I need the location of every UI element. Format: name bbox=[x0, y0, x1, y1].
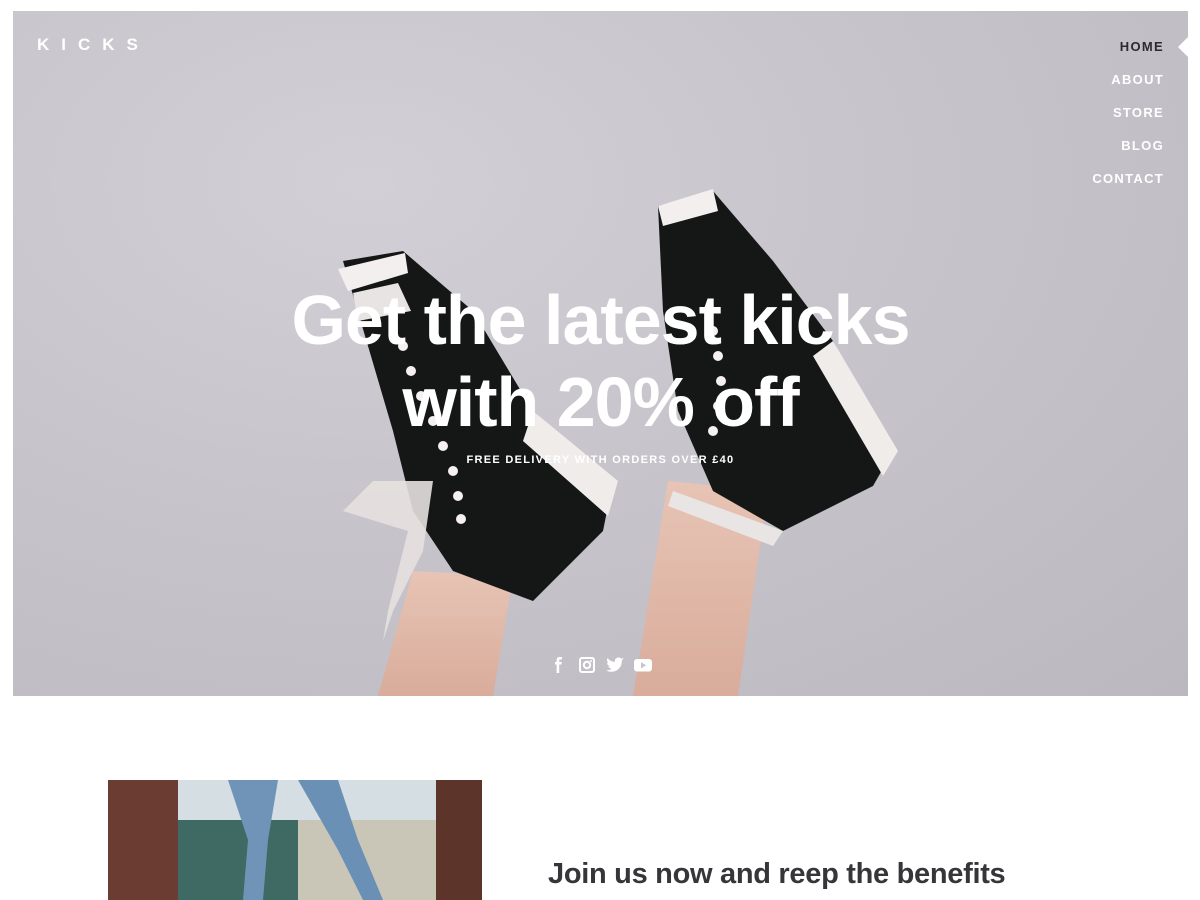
join-heading: Join us now and reep the benefits bbox=[548, 858, 1006, 890]
feature-image-jeans bbox=[108, 780, 482, 900]
social-links bbox=[13, 656, 1188, 674]
twitter-icon[interactable] bbox=[604, 656, 626, 674]
youtube-icon[interactable] bbox=[632, 656, 654, 674]
brand-logo[interactable]: KICKS bbox=[37, 35, 150, 55]
facebook-icon[interactable] bbox=[548, 656, 570, 674]
instagram-icon[interactable] bbox=[576, 656, 598, 674]
hero-headline: Get the latest kicks with 20% off bbox=[13, 279, 1188, 443]
hero-banner: KICKS HOME ABOUT STORE BLOG CONTACT Get … bbox=[13, 11, 1188, 696]
hero-subline: FREE DELIVERY WITH ORDERS OVER £40 bbox=[466, 454, 735, 466]
nav-item-contact[interactable]: CONTACT bbox=[968, 169, 1188, 202]
nav-item-blog[interactable]: BLOG bbox=[968, 136, 1188, 169]
nav-item-home[interactable]: HOME bbox=[968, 37, 1188, 70]
hero-headline-line2: with 20% off bbox=[402, 363, 799, 441]
main-nav: HOME ABOUT STORE BLOG CONTACT bbox=[968, 37, 1188, 202]
nav-item-store[interactable]: STORE bbox=[968, 103, 1188, 136]
hero-headline-line1: Get the latest kicks bbox=[291, 281, 910, 359]
nav-item-about[interactable]: ABOUT bbox=[968, 70, 1188, 103]
feature-photo bbox=[108, 780, 482, 900]
